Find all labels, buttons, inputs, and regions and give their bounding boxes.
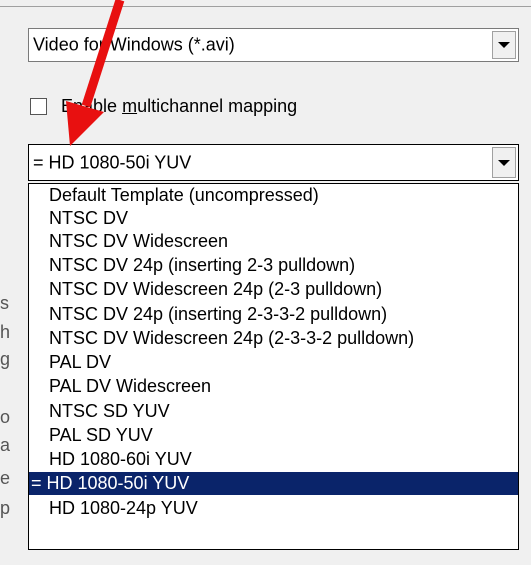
background-label: s bbox=[0, 293, 9, 313]
template-option[interactable]: NTSC DV 24p (inserting 2-3-3-2 pulldown) bbox=[29, 303, 518, 326]
template-option[interactable]: Default Template (uncompressed) bbox=[29, 184, 518, 207]
template-option[interactable]: PAL SD YUV bbox=[29, 424, 518, 447]
chevron-down-icon[interactable] bbox=[492, 147, 516, 178]
multichannel-label[interactable]: Enable multichannel mapping bbox=[61, 96, 297, 117]
multichannel-checkbox[interactable] bbox=[30, 98, 47, 115]
multichannel-label-post: ultichannel mapping bbox=[137, 96, 298, 116]
multichannel-label-pre: Enable bbox=[61, 96, 123, 116]
template-option[interactable]: NTSC DV Widescreen 24p (2-3-3-2 pulldown… bbox=[29, 327, 518, 350]
dialog-top-edge bbox=[0, 0, 531, 7]
template-option[interactable]: HD 1080-60i YUV bbox=[29, 448, 518, 471]
background-label: g bbox=[0, 349, 11, 369]
template-option[interactable]: NTSC DV 24p (inserting 2-3 pulldown) bbox=[29, 254, 518, 277]
template-option-selected[interactable]: = HD 1080-50i YUV bbox=[29, 472, 518, 495]
template-combo-value: = HD 1080-50i YUV bbox=[33, 152, 192, 172]
format-combo-value: Video for Windows (*.avi) bbox=[33, 34, 235, 55]
template-option[interactable]: NTSC DV Widescreen 24p (2-3 pulldown) bbox=[29, 278, 518, 301]
template-option[interactable]: PAL DV Widescreen bbox=[29, 375, 518, 398]
multichannel-label-accel: m bbox=[122, 96, 138, 116]
template-option[interactable]: NTSC SD YUV bbox=[29, 400, 518, 423]
format-combo[interactable]: Video for Windows (*.avi) bbox=[28, 28, 519, 62]
background-label: p bbox=[0, 498, 11, 518]
background-label: a bbox=[0, 435, 11, 455]
template-option[interactable]: PAL DV bbox=[29, 351, 518, 374]
template-option[interactable]: NTSC DV bbox=[29, 207, 518, 230]
template-option[interactable]: HD 1080-24p YUV bbox=[29, 497, 518, 520]
chevron-down-icon[interactable] bbox=[492, 31, 516, 59]
template-dropdown-list[interactable]: Default Template (uncompressed) NTSC DV … bbox=[28, 183, 519, 550]
background-labels: s h g o a e p bbox=[0, 285, 30, 565]
template-combo[interactable]: = HD 1080-50i YUV bbox=[28, 144, 519, 181]
background-label: h bbox=[0, 322, 11, 342]
background-label: e bbox=[0, 468, 11, 488]
template-option[interactable]: NTSC DV Widescreen bbox=[29, 230, 518, 253]
background-label: o bbox=[0, 407, 11, 427]
